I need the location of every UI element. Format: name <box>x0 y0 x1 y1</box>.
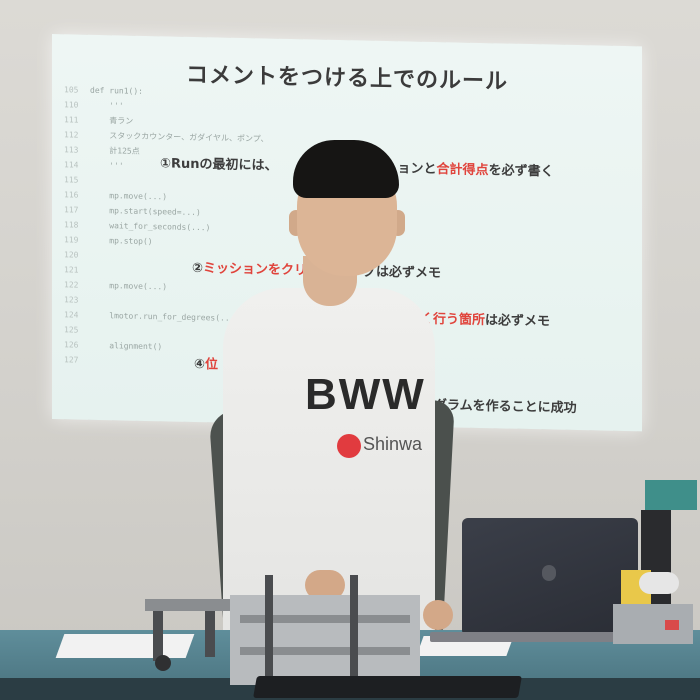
code-text: ''' <box>90 160 124 171</box>
tower-top <box>645 480 697 510</box>
line-number: 123 <box>64 295 79 305</box>
line-number: 114 <box>64 160 79 170</box>
code-text: wait_for_seconds(...) <box>90 220 211 233</box>
line-number: 111 <box>64 115 79 125</box>
photo-scene: コメントをつける上でのルール 105 def run1(): 110 ''' 111 … <box>0 0 700 700</box>
lego-tower <box>605 480 700 650</box>
line-number: 117 <box>64 205 79 215</box>
line-number: 125 <box>64 325 79 335</box>
right-hand <box>423 600 453 630</box>
rule-5-suffix: グラムを作ることに成功 <box>434 398 577 416</box>
line-number: 127 <box>64 355 79 365</box>
shirt-logo: BWW <box>305 370 426 419</box>
code-text: mp.move(...) <box>90 280 168 292</box>
code-text: alignment() <box>90 340 163 352</box>
code-text: ''' <box>90 100 124 111</box>
line-number: 120 <box>64 250 79 260</box>
robot-chassis <box>230 595 420 685</box>
line-number: 113 <box>64 145 79 155</box>
line-number: 118 <box>64 220 79 230</box>
tablet-device <box>253 676 522 698</box>
hair <box>293 140 399 198</box>
rule-5: グラムを作ることに成功 <box>434 394 577 416</box>
apple-logo-icon <box>542 565 556 581</box>
line-number: 126 <box>64 340 79 350</box>
code-text: def run1(): <box>90 85 143 96</box>
code-text: mp.move(...) <box>90 190 168 202</box>
line-number: 121 <box>64 265 79 275</box>
code-text: mp.stop() <box>90 235 153 247</box>
line-number: 116 <box>64 190 79 200</box>
line-number: 105 <box>64 85 79 95</box>
code-text: 青ラン <box>90 115 134 126</box>
lego-robot <box>145 575 425 685</box>
robot-post <box>350 575 358 685</box>
shirt-brand: Shinwa <box>363 434 423 454</box>
robot-wheel <box>155 655 171 671</box>
tower-red-piece <box>665 620 679 630</box>
line-number: 110 <box>64 100 79 110</box>
robot-post <box>265 575 273 685</box>
robot-leg <box>153 611 163 661</box>
line-number: 122 <box>64 280 79 290</box>
tower-white-cylinder <box>639 572 679 594</box>
rule-4-prefix: ④ <box>194 356 206 373</box>
rule-2-prefix: ② <box>192 260 204 277</box>
code-text: 計125点 <box>90 145 140 156</box>
brand-mark-icon <box>337 434 361 458</box>
line-number: 119 <box>64 235 79 245</box>
code-text: mp.start(speed=...) <box>90 205 201 218</box>
line-number: 115 <box>64 175 79 185</box>
line-number: 124 <box>64 310 79 320</box>
tower-base <box>613 604 693 644</box>
robot-leg <box>205 611 215 657</box>
rule-3-suffix: は必ずメモ <box>485 313 551 330</box>
line-number: 112 <box>64 130 79 140</box>
rule-1-suffix: を必ず書く <box>488 163 554 180</box>
